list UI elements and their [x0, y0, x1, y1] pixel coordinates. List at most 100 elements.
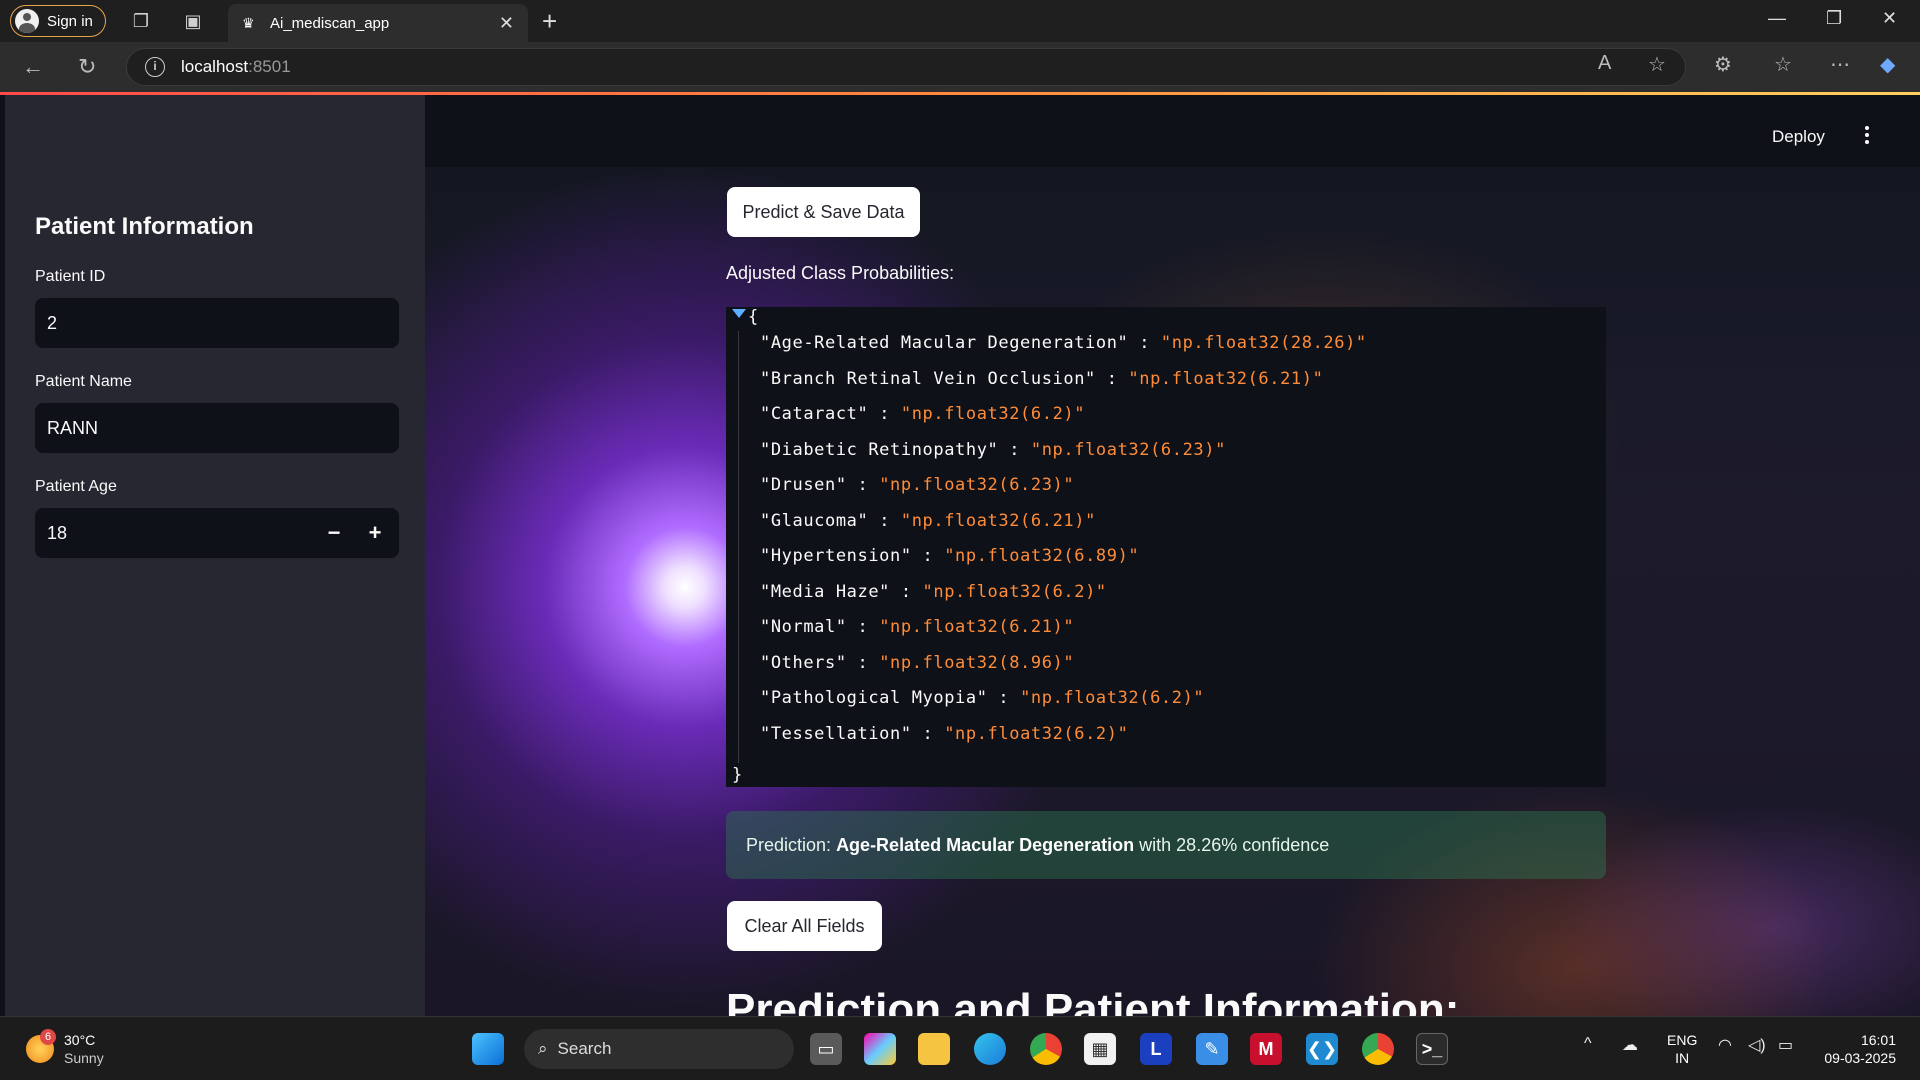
pen-app-icon[interactable]: ✎ — [1196, 1033, 1228, 1065]
main-content: Deploy Predict & Save Data Adjusted Clas… — [425, 95, 1920, 1016]
restore-icon[interactable]: ❐ — [1826, 8, 1842, 29]
copilot-app-icon[interactable] — [864, 1033, 896, 1065]
patient-id-value: 2 — [47, 312, 58, 333]
json-entry: "Cataract" : "np.float32(6.2)" — [760, 402, 1367, 438]
json-entry: "Tessellation" : "np.float32(6.2)" — [760, 722, 1367, 758]
json-entry: "Glaucoma" : "np.float32(6.21)" — [760, 509, 1367, 545]
battery-icon[interactable]: ▭ — [1778, 1035, 1793, 1055]
chrome-icon[interactable] — [1030, 1033, 1062, 1065]
l-app-icon[interactable]: L — [1140, 1033, 1172, 1065]
app-header: Deploy — [425, 95, 1920, 167]
read-aloud-icon[interactable]: A — [1598, 52, 1611, 75]
copilot-icon[interactable]: ◆ — [1880, 52, 1895, 77]
patient-name-label: Patient Name — [35, 373, 132, 390]
clear-all-fields-button[interactable]: Clear All Fields — [727, 901, 882, 951]
back-icon[interactable]: ← — [22, 54, 44, 80]
json-open-brace: { — [748, 307, 759, 327]
json-entry: "Media Haze" : "np.float32(6.2)" — [760, 580, 1367, 616]
json-entry: "Diabetic Retinopathy" : "np.float32(6.2… — [760, 438, 1367, 474]
age-increment-button[interactable]: + — [355, 508, 395, 558]
json-indent-guide — [738, 331, 739, 763]
json-value: "np.float32(6.2)" — [1020, 688, 1205, 708]
address-field[interactable]: i localhost:8501 — [126, 48, 1686, 86]
new-tab-icon[interactable]: + — [542, 6, 557, 37]
search-label: Search — [557, 1039, 612, 1058]
prediction-suffix: with 28.26% confidence — [1139, 834, 1330, 855]
probabilities-label: Adjusted Class Probabilities: — [726, 263, 955, 283]
json-value: "np.float32(6.2)" — [944, 723, 1129, 744]
json-entry: "Hypertension" : "np.float32(6.89)" — [760, 544, 1367, 580]
deploy-button[interactable]: Deploy — [1772, 127, 1825, 147]
json-value: "np.float32(6.2)" — [900, 404, 1086, 424]
mcafee-icon[interactable]: M — [1250, 1033, 1282, 1065]
probabilities-json-viewer: { "Age-Related Macular Degeneration" : "… — [726, 307, 1606, 787]
collapse-json-icon[interactable] — [732, 309, 746, 318]
extensions-icon[interactable]: ⚙ — [1714, 52, 1732, 77]
edge-browser-icon[interactable] — [974, 1033, 1006, 1065]
weather-widget[interactable]: 6 30°C Sunny — [26, 1029, 104, 1067]
tab-ai-mediscan[interactable]: ♛ Ai_mediscan_app ✕ — [228, 4, 528, 42]
site-info-icon[interactable]: i — [145, 57, 165, 77]
main-menu-icon[interactable] — [1861, 123, 1873, 147]
sidebar: Patient Information Patient ID 2 Patient… — [5, 95, 425, 1016]
patient-age-label: Patient Age — [35, 478, 117, 495]
refresh-icon[interactable]: ↻ — [78, 54, 96, 80]
json-key: "Glaucoma" — [760, 510, 869, 531]
start-windows-icon[interactable] — [472, 1033, 504, 1065]
url-port: :8501 — [248, 57, 291, 76]
vscode-icon[interactable]: ❮❯ — [1306, 1033, 1338, 1065]
json-value: "np.float32(6.23)" — [1030, 439, 1226, 460]
wifi-icon[interactable]: ◠ — [1718, 1035, 1732, 1055]
json-key: "Pathological Myopia" — [760, 688, 988, 708]
prediction-success-alert: Prediction: Age-Related Macular Degenera… — [726, 811, 1606, 879]
json-value: "np.float32(28.26)" — [1160, 333, 1367, 353]
json-entry: "Normal" : "np.float32(6.21)" — [760, 615, 1367, 651]
tab-title: Ai_mediscan_app — [270, 14, 390, 32]
favorites-icon[interactable]: ☆ — [1774, 52, 1792, 77]
more-options-icon[interactable]: ⋯ — [1830, 52, 1850, 77]
json-key: "Normal" — [760, 617, 847, 637]
browser-toolbar: ← ↻ i localhost:8501 A ☆ ⚙ ☆ ⋯ ◆ — [0, 42, 1920, 92]
show-hidden-icons-icon[interactable]: ^ — [1584, 1035, 1592, 1053]
json-key: "Cataract" — [760, 404, 869, 424]
language-indicator[interactable]: ENG IN — [1667, 1031, 1697, 1067]
json-colon: : — [998, 439, 1031, 460]
json-key: "Hypertension" — [760, 546, 912, 566]
system-clock[interactable]: 16:01 09-03-2025 — [1816, 1031, 1896, 1067]
clock-date: 09-03-2025 — [1824, 1050, 1896, 1066]
sidebar-title: Patient Information — [35, 213, 254, 240]
close-window-icon[interactable]: ✕ — [1882, 8, 1897, 29]
patient-id-input[interactable]: 2 — [35, 298, 399, 348]
terminal-icon[interactable]: >_ — [1416, 1033, 1448, 1065]
patient-name-input[interactable]: RANN — [35, 403, 399, 453]
chrome-profile-icon[interactable] — [1362, 1033, 1394, 1065]
favorite-star-icon[interactable]: ☆ — [1648, 52, 1666, 77]
json-value: "np.float32(6.23)" — [879, 475, 1075, 495]
task-view-icon[interactable]: ▭ — [810, 1033, 842, 1065]
json-entry: "Pathological Myopia" : "np.float32(6.2)… — [760, 686, 1367, 722]
microsoft-store-icon[interactable]: ▦ — [1084, 1033, 1116, 1065]
json-entries: "Age-Related Macular Degeneration" : "np… — [760, 331, 1367, 757]
tab-actions-icon[interactable]: ▣ — [182, 10, 204, 32]
workspaces-icon[interactable]: ❐ — [130, 10, 152, 32]
close-tab-icon[interactable]: ✕ — [499, 13, 514, 34]
json-colon: : — [868, 510, 901, 531]
json-value: "np.float32(6.21)" — [900, 510, 1096, 531]
onedrive-icon[interactable]: ☁ — [1622, 1035, 1638, 1055]
age-decrement-button[interactable]: − — [314, 508, 354, 558]
json-colon: : — [868, 404, 901, 424]
json-key: "Media Haze" — [760, 581, 891, 602]
weather-badge: 6 — [40, 1029, 56, 1045]
sun-icon: 6 — [26, 1029, 56, 1063]
taskbar-search[interactable]: ⌕ Search — [524, 1029, 794, 1069]
volume-icon[interactable]: ◁) — [1748, 1035, 1766, 1055]
patient-id-label: Patient ID — [35, 268, 106, 285]
predict-save-button[interactable]: Predict & Save Data — [727, 187, 920, 237]
weather-desc: Sunny — [64, 1050, 104, 1066]
json-value: "np.float32(6.21)" — [879, 617, 1075, 637]
json-colon: : — [846, 617, 880, 637]
file-explorer-icon[interactable] — [918, 1033, 950, 1065]
sign-in-button[interactable]: Sign in — [10, 5, 106, 37]
json-key: "Branch Retinal Vein Occlusion" — [760, 368, 1096, 389]
minimize-icon[interactable]: — — [1768, 8, 1786, 29]
